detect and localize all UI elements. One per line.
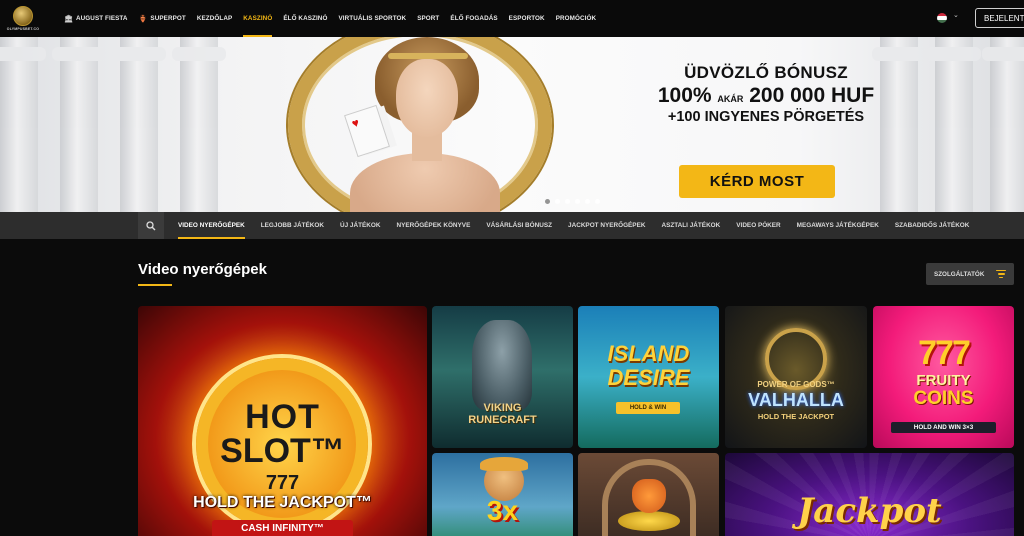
nav-item-sport[interactable]: SPORT	[417, 0, 439, 37]
tab-video-poker[interactable]: VIDEO PÓKER	[736, 212, 780, 239]
nav-item-esports[interactable]: ESPORTOK	[509, 0, 545, 37]
pot-icon: 🏺	[138, 15, 148, 23]
tab-book-slots[interactable]: NYERŐGÉPEK KÖNYVE	[396, 212, 470, 239]
game-tile-fisherman[interactable]: 3x	[432, 453, 573, 536]
providers-filter-button[interactable]: SZOLGÁLTATÓK	[926, 263, 1014, 285]
game-tile-jackpot[interactable]: Jackpot	[725, 453, 1014, 536]
search-icon	[146, 220, 156, 230]
column-decoration	[927, 37, 981, 212]
logo-emblem-icon	[13, 6, 33, 26]
category-nav: VIDEO NYERŐGÉPEK LEGJOBB JÁTÉKOK ÚJ JÁTÉ…	[0, 212, 1024, 239]
filter-icon	[996, 270, 1006, 280]
column-decoration	[982, 37, 1024, 212]
promo-title: ÜDVÖZLŐ BÓNUSZ	[684, 63, 848, 82]
login-button[interactable]: BEJELENTKEZÉS	[975, 8, 1024, 28]
nav-item-superpot[interactable]: 🏺 SUPERPOT	[139, 0, 186, 37]
game-tile-hot-slot[interactable]: HOT SLOT™ 777 HOLD THE JACKPOT™ CASH INF…	[138, 306, 427, 536]
game-tile-viking-runecraft[interactable]: VIKING RUNECRAFT	[432, 306, 573, 448]
tab-buy-bonus[interactable]: VÁSÁRLÁSI BÓNUSZ	[486, 212, 552, 239]
viking-image	[472, 320, 532, 410]
main-nav: 🏛 AUGUST FIESTA 🏺 SUPERPOT KEZDŐLAP KASZIN…	[64, 0, 607, 37]
tab-best-games[interactable]: LEGJOBB JÁTÉKOK	[261, 212, 324, 239]
carousel-dot[interactable]	[585, 199, 590, 204]
carousel-dot[interactable]	[555, 199, 560, 204]
nav-item-promotions[interactable]: PROMÓCIÓK	[556, 0, 596, 37]
fox-image	[632, 479, 666, 513]
tab-new-games[interactable]: ÚJ JÁTÉKOK	[340, 212, 380, 239]
nav-item-august-fiesta[interactable]: 🏛 AUGUST FIESTA	[64, 0, 128, 37]
search-button[interactable]	[138, 212, 164, 239]
nav-item-live-betting[interactable]: ÉLŐ FOGADÁS	[450, 0, 497, 37]
hero-model-image: ♥	[330, 37, 520, 212]
hungary-flag-icon[interactable]	[937, 13, 947, 23]
column-decoration	[52, 37, 106, 212]
tab-megaways[interactable]: MEGAWAYS JÁTÉKGÉPEK	[797, 212, 879, 239]
title-underline	[138, 284, 172, 286]
game-tile-fox[interactable]	[578, 453, 719, 536]
game-tile-island-desire[interactable]: ISLAND DESIRE HOLD & WIN	[578, 306, 719, 448]
nav-item-home[interactable]: KEZDŐLAP	[197, 0, 232, 37]
nav-item-virtual-sports[interactable]: VIRTUÁLIS SPORTOK	[338, 0, 406, 37]
tab-video-slots[interactable]: VIDEO NYERŐGÉPEK	[178, 212, 245, 239]
coins-image	[618, 511, 680, 531]
tab-casual-games[interactable]: SZABADIDŐS JÁTÉKOK	[895, 212, 970, 239]
carousel-dot[interactable]	[575, 199, 580, 204]
column-decoration	[172, 37, 226, 212]
logo-text: OLYMPUSBET.CO	[6, 27, 40, 31]
carousel-dots	[545, 199, 600, 204]
chevron-down-icon[interactable]: ⌄	[953, 11, 959, 19]
top-bar: OLYMPUSBET.CO 🏛 AUGUST FIESTA 🏺 SUPERPOT K…	[0, 0, 1024, 37]
game-tile-fruity-coins[interactable]: 777 FRUITY COINS HOLD AND WIN 3×3	[873, 306, 1014, 448]
claim-bonus-button[interactable]: KÉRD MOST	[679, 165, 835, 198]
section-title: Video nyerőgépek	[138, 261, 267, 278]
column-decoration	[0, 37, 46, 212]
game-tile-valhalla[interactable]: POWER OF GODS™ VALHALLA HOLD THE JACKPOT	[725, 306, 867, 448]
carousel-dot[interactable]	[595, 199, 600, 204]
carousel-dot[interactable]	[545, 199, 550, 204]
promo-amount: 100% AKÁR 200 000 HUF	[657, 84, 875, 107]
hero-banner[interactable]: ♥ ÜDVÖZLŐ BÓNUSZ 100% AKÁR 200 000 HUF +…	[0, 37, 1024, 212]
nav-item-live-casino[interactable]: ÉLŐ KASZINÓ	[283, 0, 327, 37]
tab-table-games[interactable]: ASZTALI JÁTÉKOK	[661, 212, 720, 239]
party-icon: 🏛	[64, 15, 73, 23]
nav-item-casino[interactable]: KASZINÓ	[243, 0, 273, 37]
promo-free-spins: +100 INGYENES PÖRGETÉS	[667, 109, 865, 125]
hero-promo-text: ÜDVÖZLŐ BÓNUSZ 100% AKÁR 200 000 HUF +10…	[600, 63, 932, 125]
site-logo[interactable]: OLYMPUSBET.CO	[0, 0, 46, 37]
carousel-dot[interactable]	[565, 199, 570, 204]
column-decoration	[112, 37, 166, 212]
tab-jackpot-slots[interactable]: JACKPOT NYERŐGÉPEK	[568, 212, 645, 239]
